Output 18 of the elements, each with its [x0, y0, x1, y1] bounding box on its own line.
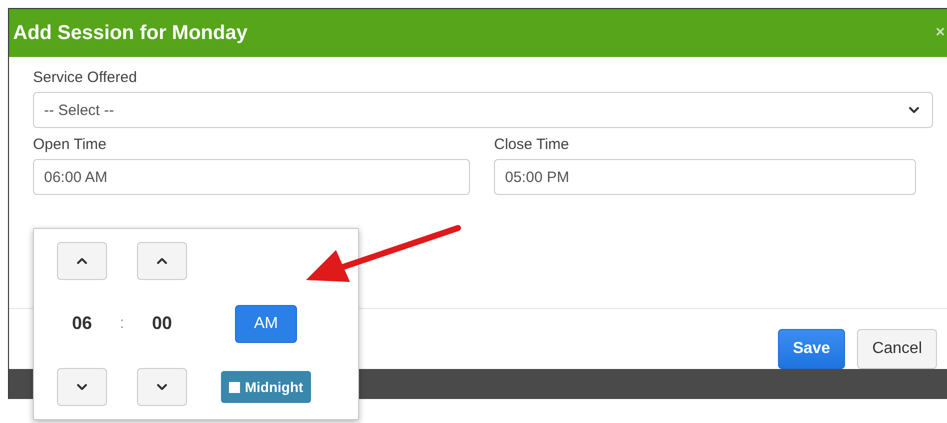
field-label: Open Time [33, 136, 108, 153]
time-separator: : [120, 314, 124, 333]
hour-value: 06 [72, 313, 92, 334]
select-field[interactable]: -- Select -- [33, 92, 933, 128]
hour-up-button[interactable] [57, 242, 107, 280]
input-field[interactable]: 05:00 PM [494, 159, 916, 195]
save-button[interactable]: Save [778, 329, 846, 369]
period-toggle-button[interactable]: AM [235, 304, 297, 343]
minute-value: 00 [152, 313, 172, 334]
minute-up-button[interactable] [137, 242, 187, 280]
field-label: Close Time [494, 136, 570, 153]
input-field[interactable]: 06:00 AM [33, 159, 470, 195]
dialog-title: Add Session for Monday [13, 22, 248, 44]
cancel-button[interactable]: Cancel [857, 329, 937, 369]
hour-down-button[interactable] [57, 368, 107, 406]
midnight-toggle-button[interactable]: Midnight [220, 371, 312, 404]
minute-down-button[interactable] [137, 368, 187, 406]
field-label: Service Offered [33, 69, 138, 86]
